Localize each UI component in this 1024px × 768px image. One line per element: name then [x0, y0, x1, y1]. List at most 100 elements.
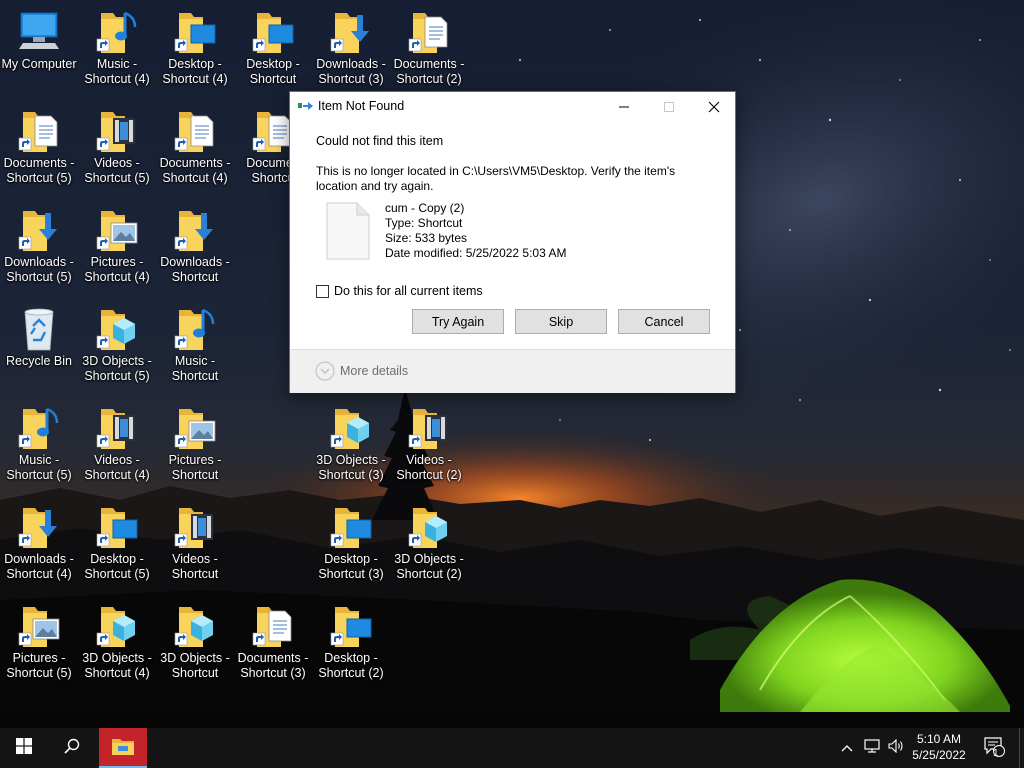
- desktop-icon-videos[interactable]: Videos - Shortcut: [156, 502, 234, 598]
- maximize-button[interactable]: [646, 92, 692, 122]
- desktop-icon-documents[interactable]: Documents - Shortcut (5): [0, 106, 78, 202]
- desktop-icon: [312, 603, 390, 649]
- desktop-icon-desktop[interactable]: Desktop - Shortcut: [234, 7, 312, 103]
- videos-icon: [78, 108, 156, 154]
- desktop-icon-label-line2: Shortcut (4): [84, 666, 150, 680]
- desktop-icon-pictures[interactable]: Pictures - Shortcut (4): [78, 205, 156, 301]
- network-button[interactable]: [860, 728, 884, 768]
- desktop-icon-objects3d[interactable]: 3D Objects - Shortcut (3): [312, 403, 390, 499]
- desktop-icon-objects3d[interactable]: 3D Objects - Shortcut (4): [78, 601, 156, 697]
- apply-to-all-label[interactable]: Do this for all current items: [334, 284, 483, 298]
- desktop-icon-downloads[interactable]: Downloads - Shortcut (3): [312, 7, 390, 103]
- cancel-button[interactable]: Cancel: [618, 309, 710, 334]
- file-explorer-icon: [112, 737, 134, 760]
- documents-icon: [390, 9, 468, 55]
- desktop-icon-label: 3D Objects - Shortcut (3): [312, 453, 390, 483]
- desktop-icon-label-line2: Shortcut: [171, 369, 219, 383]
- desktop-icon-label-line2: Shortcut (3): [240, 666, 306, 680]
- desktop-icon-label: Music - Shortcut (4): [78, 57, 156, 87]
- desktop-icon-label-line1: Documents -: [3, 156, 75, 170]
- search-button[interactable]: [48, 728, 96, 768]
- dialog-footer: More details: [290, 349, 735, 393]
- desktop-icon-label-line1: Desktop -: [168, 57, 222, 71]
- desktop-icon-music[interactable]: Music - Shortcut (4): [78, 7, 156, 103]
- volume-icon: [888, 738, 904, 758]
- desktop-icon-label: Desktop - Shortcut (2): [312, 651, 390, 681]
- skip-button[interactable]: Skip: [515, 309, 607, 334]
- apply-to-all-checkbox[interactable]: [316, 285, 329, 298]
- desktop-icon-objects3d[interactable]: 3D Objects - Shortcut: [156, 601, 234, 697]
- desktop-icon-desktop[interactable]: Desktop - Shortcut (3): [312, 502, 390, 598]
- desktop-icon-computer[interactable]: My Computer: [0, 7, 78, 103]
- desktop-icon-downloads[interactable]: Downloads - Shortcut (4): [0, 502, 78, 598]
- minimize-button[interactable]: [601, 92, 647, 122]
- desktop-icon-downloads[interactable]: Downloads - Shortcut: [156, 205, 234, 301]
- windows-logo-icon: [16, 737, 32, 759]
- file-size: Size: 533 bytes: [385, 231, 468, 245]
- pictures-icon: [78, 207, 156, 253]
- recycle-icon: [0, 306, 78, 352]
- try-again-button[interactable]: Try Again: [412, 309, 504, 334]
- desktop-icon-videos[interactable]: Videos - Shortcut (2): [390, 403, 468, 499]
- desktop-icon-label-line1: Downloads -: [160, 255, 230, 269]
- desktop-icon-desktop[interactable]: Desktop - Shortcut (2): [312, 601, 390, 697]
- documents-icon: [234, 603, 312, 649]
- desktop-icon-label-line1: Desktop -: [324, 552, 378, 566]
- desktop-icon-label-line2: Shortcut (4): [84, 270, 150, 284]
- desktop-icon-label-line1: 3D Objects -: [82, 651, 152, 665]
- desktop-icon-documents[interactable]: Documents - Shortcut (3): [234, 601, 312, 697]
- desktop-icon-label-line2: Shortcut: [171, 666, 219, 680]
- desktop-icon-label-line2: Shortcut (4): [162, 72, 228, 86]
- desktop-icon-objects3d[interactable]: 3D Objects - Shortcut (2): [390, 502, 468, 598]
- start-button[interactable]: [0, 728, 48, 768]
- show-hidden-icons-button[interactable]: [836, 728, 858, 768]
- documents-icon: [0, 108, 78, 154]
- desktop-icon-label-line1: Pictures -: [90, 255, 144, 269]
- desktop-icon-label-line2: Shortcut (2): [396, 567, 462, 581]
- desktop-icon-videos[interactable]: Videos - Shortcut (5): [78, 106, 156, 202]
- taskbar-clock[interactable]: 5:10 AM 5/25/2022: [906, 731, 972, 763]
- desktop-icon-music[interactable]: Music - Shortcut (5): [0, 403, 78, 499]
- pictures-icon: [156, 405, 234, 451]
- desktop-icon-pictures[interactable]: Pictures - Shortcut: [156, 403, 234, 499]
- volume-button[interactable]: [884, 728, 908, 768]
- desktop-icon-label: Documents - Shortcut (2): [390, 57, 468, 87]
- desktop-icon-documents[interactable]: Documents - Shortcut (2): [390, 7, 468, 103]
- desktop-icon-label-line1: 3D Objects -: [316, 453, 386, 467]
- desktop-icon-videos[interactable]: Videos - Shortcut (4): [78, 403, 156, 499]
- desktop-icon-pictures[interactable]: Pictures - Shortcut (5): [0, 601, 78, 697]
- action-center-button[interactable]: 1: [980, 728, 1008, 768]
- dialog-titlebar[interactable]: Item Not Found: [290, 92, 735, 122]
- chevron-down-circle-icon[interactable]: [315, 361, 335, 386]
- desktop-icon-desktop[interactable]: Desktop - Shortcut (4): [156, 7, 234, 103]
- desktop-icon-label: Downloads - Shortcut: [156, 255, 234, 285]
- desktop-icon-label: My Computer: [0, 57, 78, 72]
- desktop-icon-label-line2: Shortcut (2): [396, 72, 462, 86]
- close-button[interactable]: [691, 92, 737, 122]
- music-icon: [78, 9, 156, 55]
- desktop-icon-label-line2: Shortcut (4): [162, 171, 228, 185]
- desktop-icon-label-line1: Videos -: [94, 453, 140, 467]
- desktop-icon-label-line1: 3D Objects -: [160, 651, 230, 665]
- desktop-icon-label: Desktop - Shortcut (5): [78, 552, 156, 582]
- desktop-icon-label-line1: 3D Objects -: [394, 552, 464, 566]
- music-icon: [156, 306, 234, 352]
- more-details-link[interactable]: More details: [340, 364, 408, 378]
- desktop-icon-label-line1: Recycle Bin: [6, 354, 72, 368]
- desktop-icon-documents[interactable]: Documents - Shortcut (4): [156, 106, 234, 202]
- downloads-icon: [0, 207, 78, 253]
- desktop-icon-desktop[interactable]: Desktop - Shortcut (5): [78, 502, 156, 598]
- desktop-icon-label-line1: Videos -: [172, 552, 218, 566]
- file-details: cum - Copy (2) Type: Shortcut Size: 533 …: [385, 201, 566, 261]
- file-explorer-taskbar-button[interactable]: [99, 728, 147, 768]
- desktop-icon-recycle[interactable]: Recycle Bin: [0, 304, 78, 400]
- desktop-icon-music[interactable]: Music - Shortcut: [156, 304, 234, 400]
- desktop-icon-downloads[interactable]: Downloads - Shortcut (5): [0, 205, 78, 301]
- desktop-icon-label-line1: Desktop -: [90, 552, 144, 566]
- desktop-icon-label: Desktop - Shortcut: [234, 57, 312, 87]
- show-desktop-button[interactable]: [1019, 728, 1024, 768]
- desktop-icon-objects3d[interactable]: 3D Objects - Shortcut (5): [78, 304, 156, 400]
- taskbar: 5:10 AM 5/25/2022 1: [0, 728, 1024, 768]
- desktop-icon-label: 3D Objects - Shortcut (5): [78, 354, 156, 384]
- objects3d-icon: [390, 504, 468, 550]
